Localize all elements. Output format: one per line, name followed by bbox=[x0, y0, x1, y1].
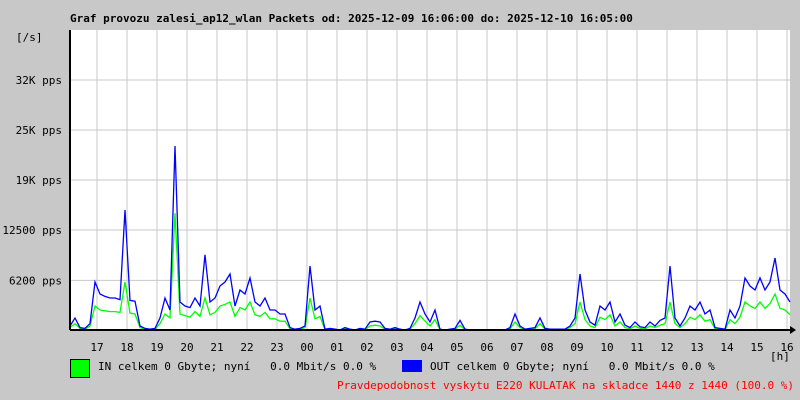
y-tick-label: 12500 pps bbox=[2, 224, 62, 237]
x-tick-label: 17 bbox=[90, 341, 103, 354]
probability-note: Pravdepodobnost vyskytu E220 KULATAK na … bbox=[337, 379, 794, 392]
x-tick-label: 11 bbox=[630, 341, 643, 354]
x-tick-label: 03 bbox=[390, 341, 403, 354]
x-tick-label: 07 bbox=[510, 341, 523, 354]
x-tick-label: 18 bbox=[120, 341, 133, 354]
x-tick-label: 20 bbox=[180, 341, 193, 354]
x-tick-label: 10 bbox=[600, 341, 613, 354]
x-tick-label: 13 bbox=[690, 341, 703, 354]
x-axis-arrow bbox=[790, 326, 796, 334]
legend-out-swatch bbox=[402, 360, 422, 372]
x-tick-label: 09 bbox=[570, 341, 583, 354]
traffic-graph: Graf provozu zalesi_ap12_wlan Packets od… bbox=[0, 0, 800, 400]
x-tick-label: 19 bbox=[150, 341, 163, 354]
x-tick-label: 00 bbox=[300, 341, 313, 354]
x-tick-label: 23 bbox=[270, 341, 283, 354]
x-tick-label: 05 bbox=[450, 341, 463, 354]
legend-out-text: OUT celkem 0 Gbyte; nyní 0.0 Mbit/s 0.0 … bbox=[430, 360, 715, 373]
x-tick-label: 21 bbox=[210, 341, 223, 354]
y-tick-label: 6200 pps bbox=[9, 274, 62, 287]
x-tick-label: 22 bbox=[240, 341, 253, 354]
x-axis-unit: [h] bbox=[770, 350, 790, 363]
legend-in-text: IN celkem 0 Gbyte; nyní 0.0 Mbit/s 0.0 % bbox=[98, 360, 377, 373]
chart-svg: 17 18 19 20 21 22 23 00 01 02 03 04 05 06 07 08 09 10 11 12… bbox=[2, 30, 796, 363]
x-tick-label: 15 bbox=[750, 341, 763, 354]
y-tick-label: 32K pps bbox=[16, 74, 62, 87]
legend-in-swatch bbox=[70, 359, 90, 378]
y-axis-unit: [/s] bbox=[16, 31, 43, 44]
x-tick-label: 08 bbox=[540, 341, 553, 354]
x-tick-label: 12 bbox=[660, 341, 673, 354]
x-tick-label: 06 bbox=[480, 341, 493, 354]
x-tick-label: 01 bbox=[330, 341, 343, 354]
y-tick-label: 25K pps bbox=[16, 124, 62, 137]
x-tick-label: 14 bbox=[720, 341, 734, 354]
x-tick-label: 02 bbox=[360, 341, 373, 354]
x-tick-label: 04 bbox=[420, 341, 434, 354]
y-tick-label: 19K pps bbox=[16, 174, 62, 187]
